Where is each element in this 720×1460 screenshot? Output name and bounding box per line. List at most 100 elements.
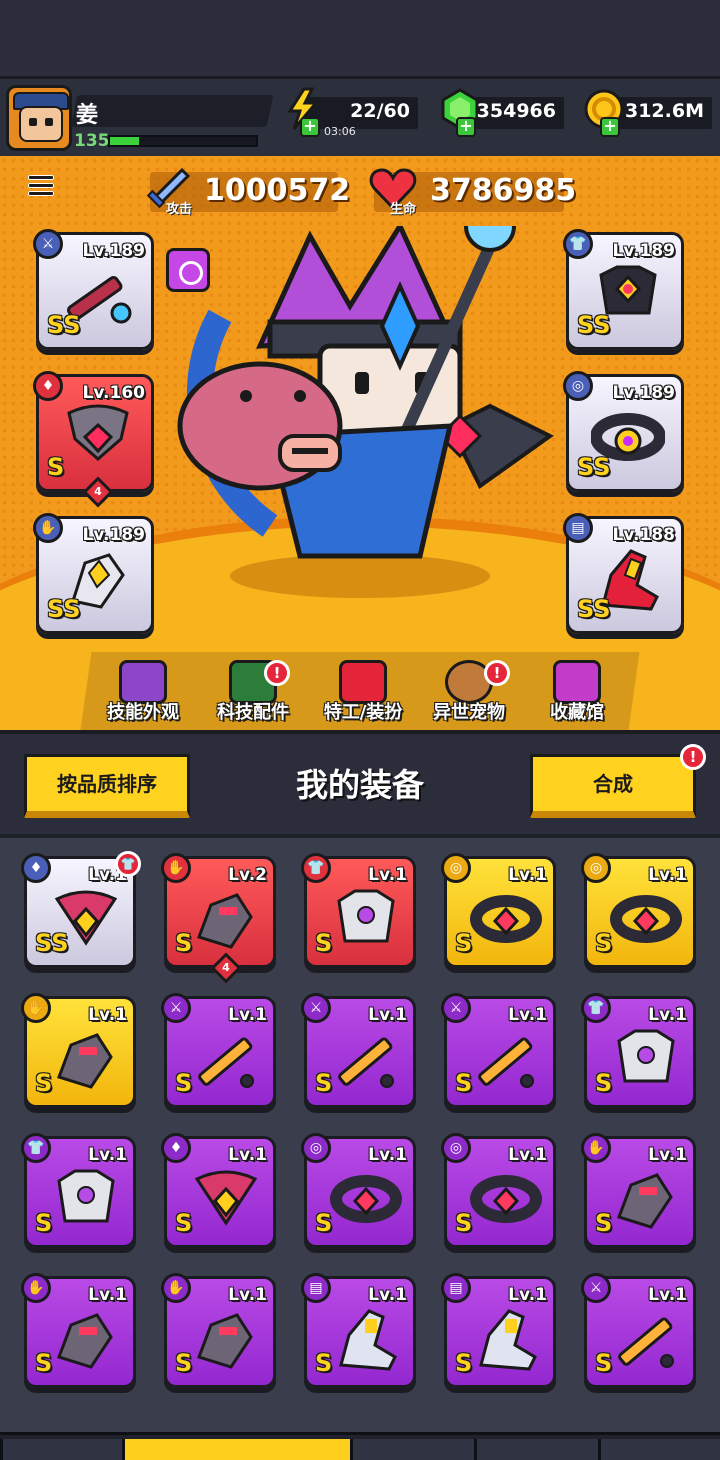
inventory-item-armor[interactable]: 👕 Lv.1 S [581,993,696,1108]
inventory-item-belt[interactable]: ◎ Lv.1 S [581,853,696,968]
tab-collection-hall[interactable]: 收藏馆 [522,658,632,730]
equipment-header: 按品质排序 我的装备 合成 ! [0,730,720,834]
item-level: Lv.1 [88,1285,127,1305]
glove-category-icon: ✋ [161,1273,191,1303]
attack-stat: 攻击 1000572 [146,167,350,217]
inventory-item-glove[interactable]: ✋ Lv.2 S 4 [161,853,276,984]
item-rank: S [175,1349,193,1377]
belt-category-icon: ◎ [441,1133,471,1163]
top-bar: 12 姜 135 + 22/60 03:06 + 354966 + 312.6M [0,76,720,231]
inventory-item-glove[interactable]: ✋ Lv.1 S [581,1133,696,1248]
add-energy-button[interactable]: + [300,117,320,137]
merge-button[interactable]: 合成 [530,754,696,818]
inventory-item-armor[interactable]: 👕 Lv.1 S [21,1133,136,1248]
item-rank: SS [35,929,69,957]
nav-tab-1[interactable] [0,1439,122,1460]
item-level: Lv.1 [508,1005,547,1025]
hp-value: 3786985 [430,173,577,208]
inventory-item-weapon[interactable]: ⚔ Lv.1 S [301,993,416,1108]
inventory-item-armor[interactable]: 👕 Lv.1 S [301,853,416,968]
inventory-item-belt[interactable]: ◎ Lv.1 S [301,1133,416,1248]
equipped-slot-belt[interactable]: ◎ Lv.189 SS [563,371,684,492]
inventory-item-belt[interactable]: ◎ Lv.1 S [441,1133,556,1248]
inventory-item-glove[interactable]: ✋ Lv.1 S [21,993,136,1108]
inventory-item-necklace[interactable]: ♦ Lv.1 S [161,1133,276,1248]
inventory-grid: ♦ Lv.1 SS 👕 ✋ Lv.2 S 4 👕 Lv.1 S ◎ Lv.1 S ◎ Lv.1 S ✋ Lv.1 S ⚔… [0,834,720,1434]
new-item-badge-icon: 👕 [115,851,141,877]
item-level: Lv.1 [368,865,407,885]
item-level: Lv.1 [508,1285,547,1305]
energy-value: 22/60 [350,100,410,122]
item-rank: S [315,1069,333,1097]
item-rank: S [35,1209,53,1237]
nav-tab-5[interactable] [598,1439,720,1460]
inventory-item-necklace[interactable]: ♦ Lv.1 SS 👕 [21,851,141,968]
add-gold-button[interactable]: + [600,117,620,137]
item-rank: S [175,929,193,957]
equipped-slot-armor[interactable]: 👕 Lv.189 SS [563,229,684,350]
inventory-item-weapon[interactable]: ⚔ Lv.1 S [441,993,556,1108]
attack-label: 攻击 [166,202,193,217]
weapon-item-icon [478,1037,534,1088]
nav-tab-3[interactable] [350,1439,474,1460]
item-rank: S [455,929,473,957]
item-rank: S [595,1069,613,1097]
glove-item-icon [617,1173,673,1229]
tab-otherworld-pets[interactable]: 异世宠物 ! [414,658,524,730]
hp-label: 生命 [390,202,417,217]
inventory-item-boots[interactable]: ▤ Lv.1 S [301,1273,416,1388]
add-gems-button[interactable]: + [456,117,476,137]
energy-counter[interactable]: + 22/60 [287,87,418,137]
gold-counter[interactable]: + 312.6M [584,89,712,137]
nav-tab-4[interactable] [474,1439,598,1460]
weapon-category-icon: ⚔ [581,1273,611,1303]
inventory-item-belt[interactable]: ◎ Lv.1 S [441,853,556,968]
nav-tab-equipment[interactable] [122,1439,350,1460]
belt-item-icon [610,895,682,943]
item-rank: S [35,1069,53,1097]
glove-category-icon: ✋ [21,993,51,1023]
glove-category-icon: ✋ [33,513,63,543]
weapon-category-icon: ⚔ [301,993,331,1023]
menu-list-icon[interactable] [24,172,58,204]
inventory-item-weapon[interactable]: ⚔ Lv.1 S [581,1273,696,1388]
equipped-slot-necklace[interactable]: ♦ Lv.160 S 4 [33,371,154,508]
glove-category-icon: ✋ [581,1133,611,1163]
item-level: Lv.1 [368,1285,407,1305]
gold-value: 312.6M [624,100,704,122]
boots-item-icon [339,1309,397,1371]
weapon-category-icon: ⚔ [441,993,471,1023]
inventory-item-boots[interactable]: ▤ Lv.1 S [441,1273,556,1388]
item-level: Lv.1 [228,1145,267,1165]
item-level: Lv.1 [88,1145,127,1165]
gem-counter[interactable]: + 354966 [441,88,564,137]
inventory-item-weapon[interactable]: ⚔ Lv.1 S [161,993,276,1108]
item-rank: S [595,1209,613,1237]
equipped-slot-weapon[interactable]: ⚔ Lv.189 SS [33,229,154,350]
tab-skill-appearance[interactable]: 技能外观 [88,658,198,730]
item-rank: S [455,1069,473,1097]
inventory-item-glove[interactable]: ✋ Lv.1 S [21,1273,136,1388]
equipped-slot-boots[interactable]: ▤ Lv.188 SS [563,513,684,634]
player-avatar[interactable] [6,85,72,151]
item-level: Lv.1 [648,1145,687,1165]
armor-category-icon: 👕 [581,993,611,1023]
inventory-item-glove[interactable]: ✋ Lv.1 S [161,1273,276,1388]
tab-tech-parts[interactable]: 科技配件 ! [198,658,308,730]
star-count-badge: 4 [210,952,242,984]
item-level: Lv.1 [648,1285,687,1305]
xp-bar-fill [110,137,140,145]
necklace-item-icon [67,404,129,461]
armor-category-icon: 👕 [21,1133,51,1163]
item-level: Lv.1 [508,1145,547,1165]
necklace-category-icon: ♦ [161,1133,191,1163]
xp-bar [108,135,258,147]
belt-category-icon: ◎ [581,853,611,883]
item-level: Lv.1 [648,1005,687,1025]
tab-agent-outfit[interactable]: 特工/装扮 [308,658,418,730]
glove-category-icon: ✋ [161,853,191,883]
boots-category-icon: ▤ [441,1273,471,1303]
glove-item-icon [197,893,253,949]
equipped-slot-glove[interactable]: ✋ Lv.189 SS [33,513,154,634]
belt-item-icon [470,895,542,943]
